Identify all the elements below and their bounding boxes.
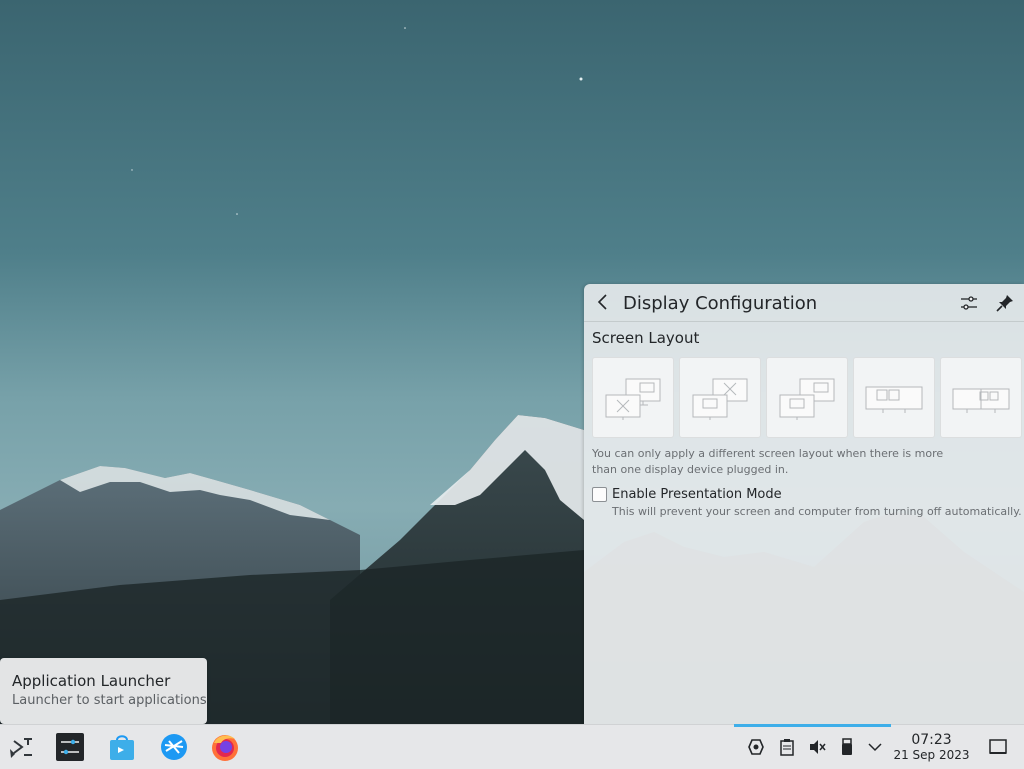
screen-layout-hint: You can only apply a different screen la… [592, 447, 944, 476]
show-desktop-icon[interactable] [988, 737, 1008, 757]
removable-device-icon[interactable] [837, 737, 857, 757]
discover-icon[interactable] [108, 733, 136, 761]
pin-icon[interactable] [994, 292, 1016, 314]
layout-extend-right-icon [779, 378, 835, 420]
system-settings-icon[interactable] [56, 733, 84, 761]
popup-background-mountains [584, 512, 1024, 724]
configure-icon[interactable] [958, 292, 980, 314]
layout-mirror-icon [865, 386, 923, 413]
display-configuration-popup: Display Configuration Screen Layout You … [584, 284, 1024, 724]
plasma-browser-icon[interactable] [160, 733, 188, 761]
application-launcher-tooltip: Application Launcher Launcher to start a… [0, 658, 207, 724]
layout-internal-only-icon [692, 378, 748, 420]
volume-muted-icon[interactable] [807, 737, 827, 757]
layout-external-only-icon [605, 378, 661, 420]
layout-option-external-only[interactable] [592, 357, 674, 438]
layout-option-extend-left[interactable] [940, 357, 1022, 438]
application-launcher-icon[interactable] [8, 733, 36, 761]
screen-layout-heading: Screen Layout [592, 329, 700, 347]
clock-time[interactable]: 07:23 [894, 732, 969, 748]
screen-layout-options [592, 357, 1022, 438]
firefox-icon[interactable] [211, 733, 239, 761]
popup-header: Display Configuration [584, 284, 1024, 322]
kde-connect-icon[interactable] [746, 737, 766, 757]
clock-date[interactable]: 21 Sep 2023 [890, 748, 973, 762]
layout-option-mirror[interactable] [853, 357, 935, 438]
presentation-mode-label[interactable]: Enable Presentation Mode [612, 487, 782, 502]
taskbar-panel: 07:23 21 Sep 2023 [0, 724, 1024, 769]
expand-tray-icon[interactable] [865, 737, 885, 757]
active-task-indicator [734, 724, 891, 727]
tooltip-subtitle: Launcher to start applications [12, 693, 207, 708]
tooltip-title: Application Launcher [12, 672, 171, 690]
layout-option-extend-right[interactable] [766, 357, 848, 438]
back-arrow-icon[interactable] [592, 291, 614, 313]
clipboard-icon[interactable] [777, 737, 797, 757]
presentation-mode-description: This will prevent your screen and comput… [612, 505, 1022, 518]
popup-title: Display Configuration [623, 293, 818, 314]
presentation-mode-checkbox[interactable] [592, 487, 607, 502]
layout-option-internal-only[interactable] [679, 357, 761, 438]
layout-extend-left-icon [952, 388, 1010, 413]
